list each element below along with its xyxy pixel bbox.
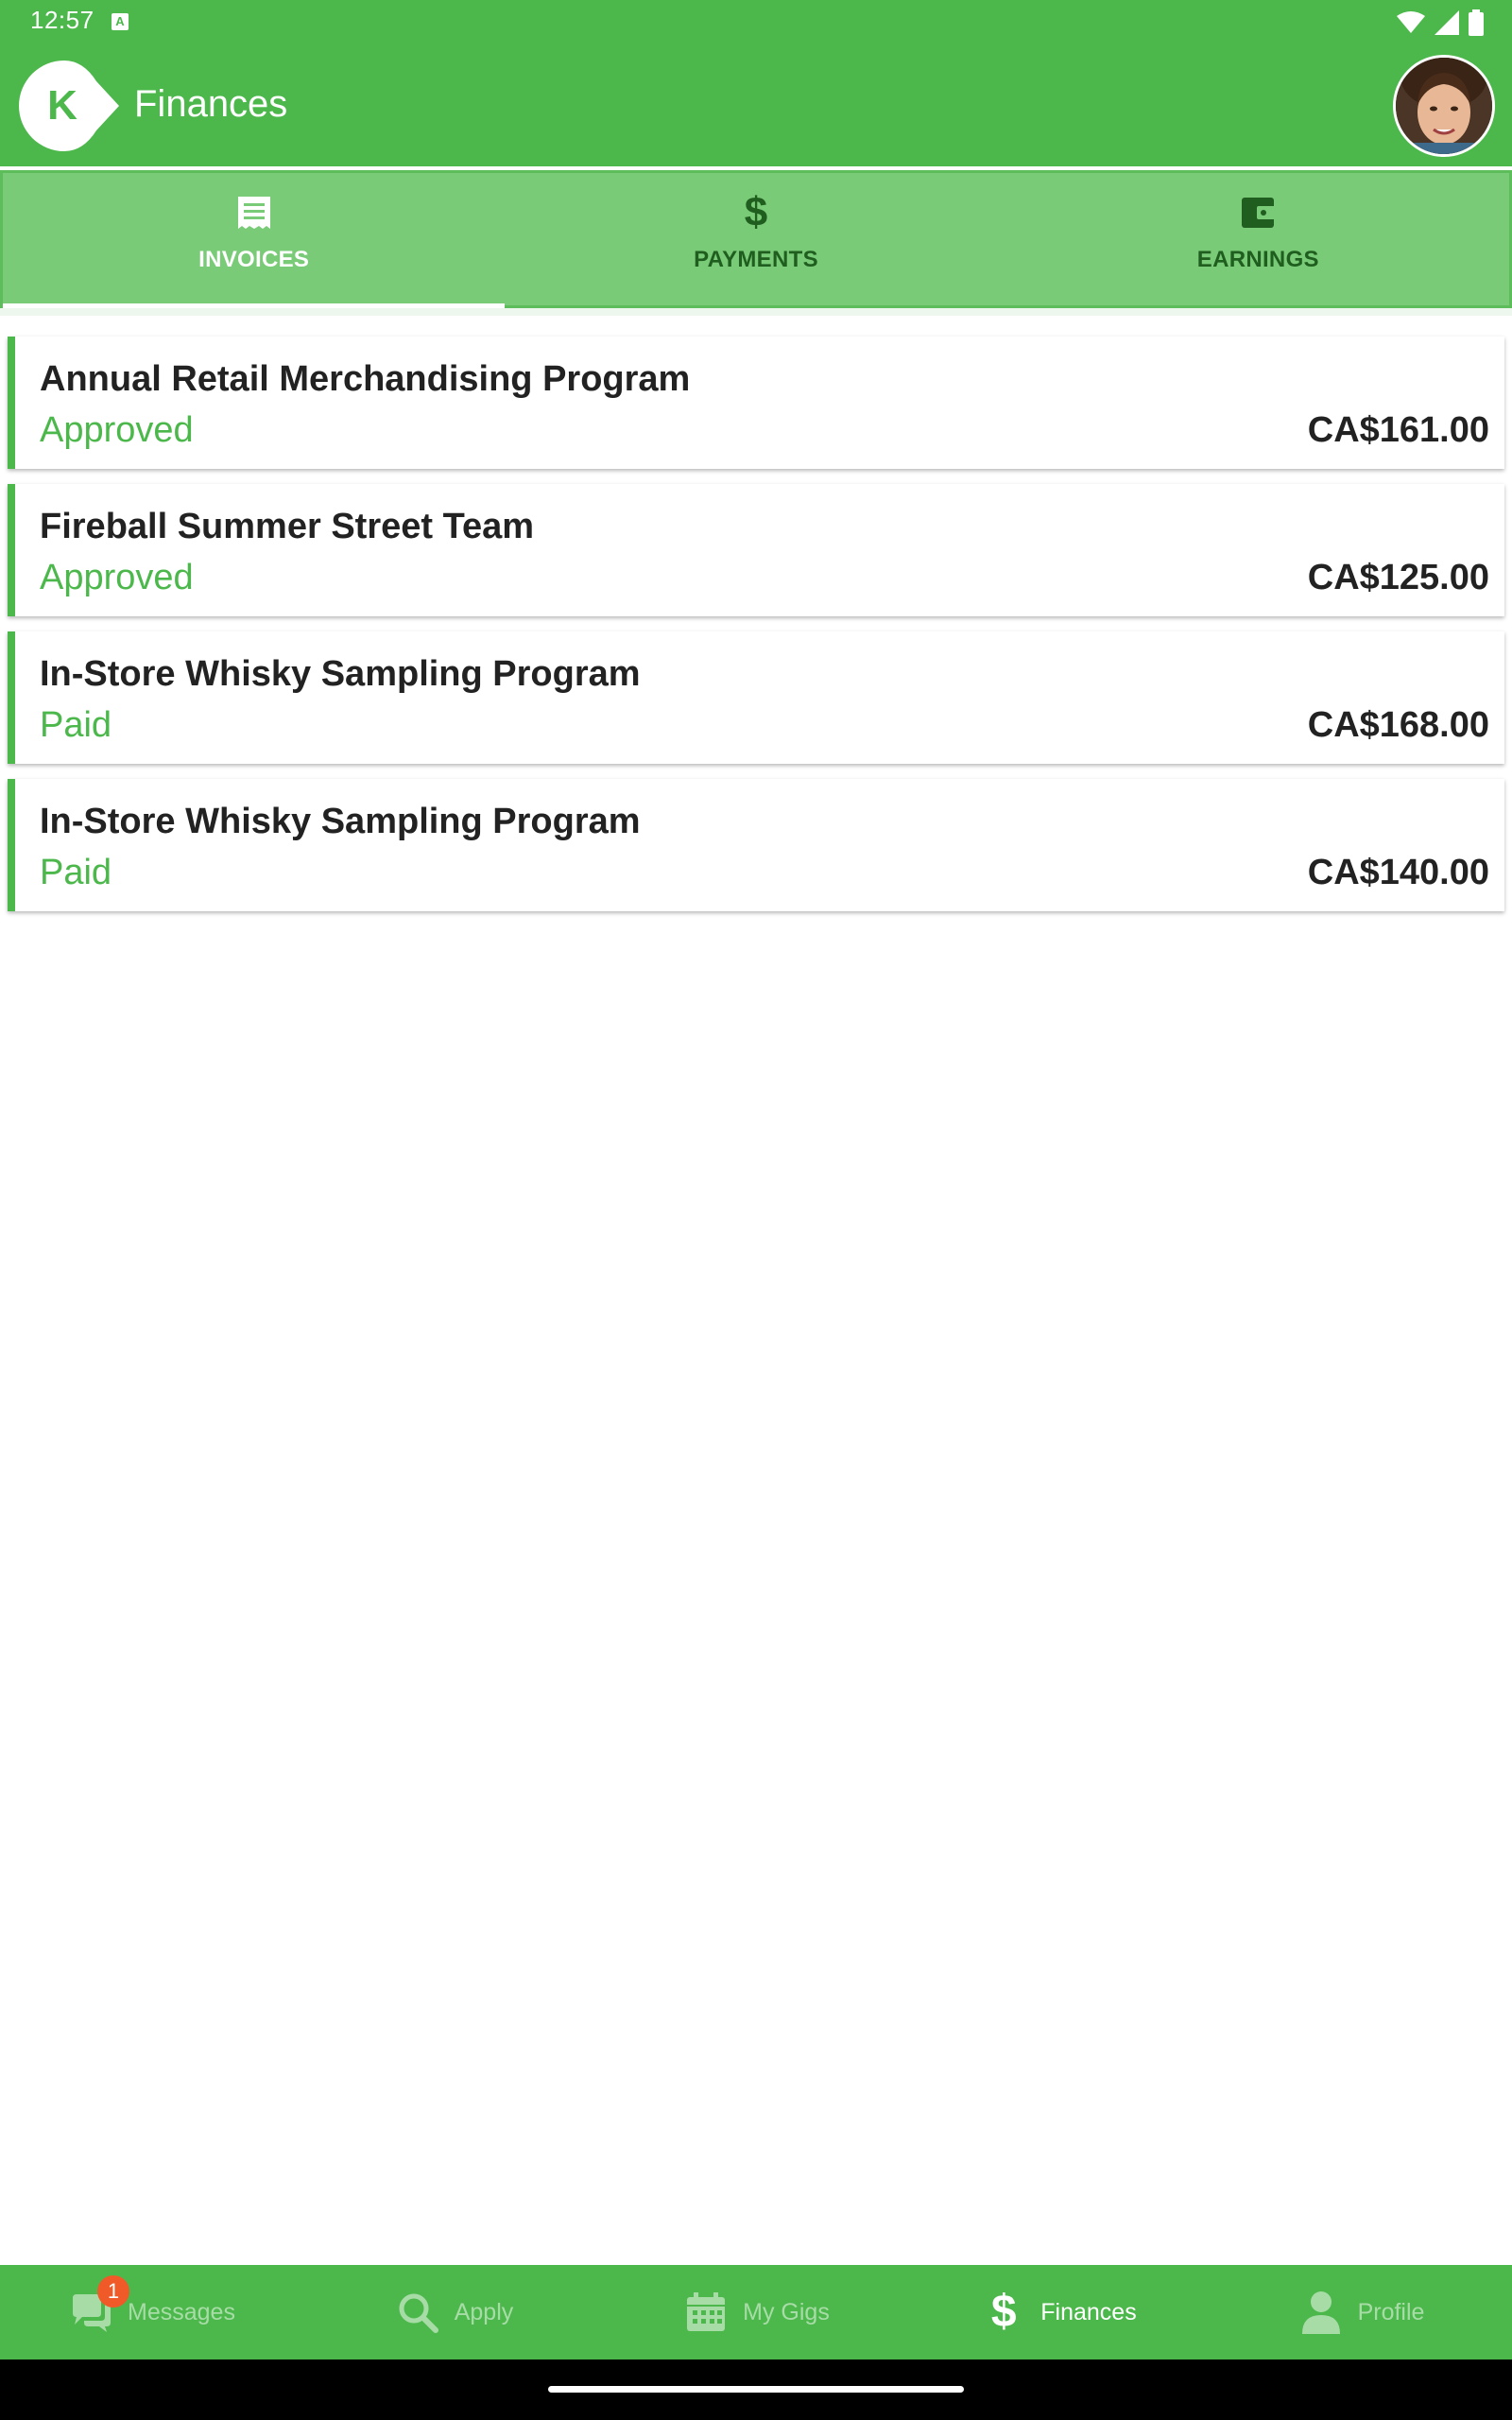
invoice-card[interactable]: In-Store Whisky Sampling Program Paid CA… (8, 631, 1504, 764)
logo-letter: K (47, 82, 77, 129)
invoice-status: Approved (40, 410, 194, 450)
nav-my-gigs[interactable]: My Gigs (605, 2265, 907, 2360)
chat-icon: 1 (67, 2275, 130, 2336)
nav-my-gigs-label: My Gigs (743, 2298, 830, 2325)
finance-tabs: INVOICES $ PAYMENTS EARNINGS (0, 170, 1512, 308)
page-title: Finances (134, 83, 288, 125)
tab-invoices-label: INVOICES (198, 247, 310, 272)
invoice-card[interactable]: Fireball Summer Street Team Approved CA$… (8, 484, 1504, 616)
invoice-card[interactable]: In-Store Whisky Sampling Program Paid CA… (8, 779, 1504, 911)
nav-finances-label: Finances (1040, 2298, 1137, 2325)
app-bar: K Finances (0, 45, 1512, 166)
bottom-navigation: 1 Messages Apply My Gigs $ Finances Prof… (0, 2265, 1512, 2360)
receipt-icon (233, 192, 275, 233)
wallet-icon (1237, 192, 1279, 233)
nav-apply[interactable]: Apply (302, 2265, 605, 2360)
status-icons (1397, 9, 1484, 36)
messages-badge: 1 (97, 2275, 130, 2308)
invoice-status: Paid (40, 853, 112, 892)
battery-icon (1469, 9, 1484, 36)
system-navigation-bar (0, 2360, 1512, 2420)
nav-messages[interactable]: 1 Messages (0, 2265, 302, 2360)
tab-earnings-label: EARNINGS (1196, 247, 1319, 272)
signal-icon (1435, 10, 1459, 35)
dollar-icon: $ (744, 189, 768, 235)
tab-payments-label: PAYMENTS (694, 247, 818, 272)
tab-payments[interactable]: $ PAYMENTS (505, 173, 1006, 305)
calendar-icon (682, 2289, 730, 2336)
invoice-title: Fireball Summer Street Team (40, 507, 535, 546)
tab-divider (0, 308, 1512, 316)
status-bar: 12:57 A (0, 0, 1512, 45)
keyboard-indicator-icon: A (112, 13, 129, 30)
app-logo-icon[interactable]: K (15, 60, 121, 151)
invoice-amount: CA$140.00 (1307, 853, 1489, 892)
home-gesture-handle[interactable] (548, 2386, 964, 2393)
dollar-icon: $ (990, 2287, 1017, 2337)
nav-profile[interactable]: Profile (1210, 2265, 1512, 2360)
person-icon (1297, 2289, 1345, 2336)
nav-messages-label: Messages (128, 2298, 235, 2325)
invoice-title: In-Store Whisky Sampling Program (40, 654, 641, 694)
invoice-title: In-Store Whisky Sampling Program (40, 802, 641, 841)
wifi-icon (1397, 11, 1425, 33)
invoice-amount: CA$161.00 (1307, 410, 1489, 450)
search-icon (394, 2289, 441, 2336)
invoice-amount: CA$168.00 (1307, 705, 1489, 745)
invoice-card[interactable]: Annual Retail Merchandising Program Appr… (8, 337, 1504, 469)
invoice-status: Approved (40, 558, 194, 597)
avatar[interactable] (1393, 55, 1495, 157)
invoice-status: Paid (40, 705, 112, 745)
nav-finances[interactable]: $ Finances (907, 2265, 1210, 2360)
status-time: 12:57 (30, 6, 94, 34)
nav-profile-label: Profile (1357, 2298, 1425, 2325)
invoice-amount: CA$125.00 (1307, 558, 1489, 597)
tab-earnings[interactable]: EARNINGS (1007, 173, 1509, 305)
invoice-list: Annual Retail Merchandising Program Appr… (0, 337, 1512, 926)
nav-apply-label: Apply (454, 2298, 514, 2325)
invoice-title: Annual Retail Merchandising Program (40, 359, 691, 399)
tab-invoices[interactable]: INVOICES (3, 173, 506, 308)
